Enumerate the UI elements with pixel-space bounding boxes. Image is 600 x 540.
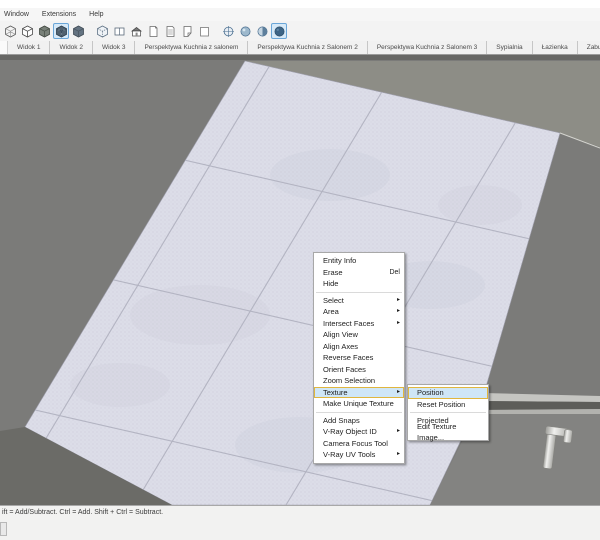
menu-item-make-unique-texture[interactable]: Make Unique Texture: [314, 398, 404, 410]
submenu-item-position[interactable]: Position: [408, 387, 488, 399]
tab-widok-1[interactable]: Widok 1: [8, 41, 50, 54]
sphere-dark-icon[interactable]: [271, 23, 287, 39]
menu-item-hide[interactable]: Hide: [314, 278, 404, 290]
menu-item-area[interactable]: Area▸: [314, 306, 404, 318]
menubar: Window Extensions Help: [0, 8, 600, 21]
horizon-band: [0, 55, 600, 60]
submenu-arrow-icon: ▸: [397, 449, 400, 461]
section-rect-icon[interactable]: [111, 23, 127, 39]
menu-item-camera-focus-tool[interactable]: Camera Focus Tool: [314, 438, 404, 450]
viewport-canvas: [0, 55, 600, 505]
tab-perspektywa-kuchnia-z-salonem-2[interactable]: Perspektywa Kuchnia z Salonem 2: [248, 41, 367, 54]
menu-extensions[interactable]: Extensions: [42, 8, 76, 21]
statusbar: ift = Add/Subtract. Ctrl = Add. Shift + …: [0, 505, 600, 540]
menu-item-entity-info[interactable]: Entity Info: [314, 255, 404, 267]
menu-item-reverse-faces[interactable]: Reverse Faces: [314, 352, 404, 364]
tab-widok-2[interactable]: Widok 2: [50, 41, 92, 54]
wireframe-cube-icon[interactable]: [2, 23, 18, 39]
menu-item-add-snaps[interactable]: Add Snaps: [314, 415, 404, 427]
sphere-light-icon[interactable]: [237, 23, 253, 39]
tab-lazienka[interactable]: Łazienka: [533, 41, 578, 54]
toolbar: [0, 21, 600, 41]
scene-tabbar: Widok 1 Widok 2 Widok 3 Perspektywa Kuch…: [0, 41, 600, 55]
submenu-arrow-icon: ▸: [397, 295, 400, 307]
menu-item-orient-faces[interactable]: Orient Faces: [314, 364, 404, 376]
tab-widok-3[interactable]: Widok 3: [93, 41, 135, 54]
tab-zabudowa-kuchni-widok[interactable]: Zabudowa Kuchni Widok: [578, 41, 600, 54]
page-lines-icon[interactable]: [162, 23, 178, 39]
3d-viewport[interactable]: [0, 55, 600, 505]
tab-sypialnia[interactable]: Sypialnia: [487, 41, 532, 54]
menu-help[interactable]: Help: [89, 8, 103, 21]
monochrome-cube-icon[interactable]: [70, 23, 86, 39]
context-menu: Entity Info EraseDel Hide Select▸ Area▸ …: [313, 252, 405, 464]
submenu-arrow-icon: ▸: [397, 306, 400, 318]
menu-item-align-axes[interactable]: Align Axes: [314, 341, 404, 353]
shaded-cube-icon[interactable]: [36, 23, 52, 39]
menu-item-texture[interactable]: Texture▸: [314, 387, 404, 399]
house-view-icon[interactable]: [128, 23, 144, 39]
page-fold-icon[interactable]: [179, 23, 195, 39]
menu-item-vray-uv-tools[interactable]: V-Ray UV Tools▸: [314, 449, 404, 461]
shortcut-del: Del: [389, 267, 400, 279]
menu-item-intersect-faces[interactable]: Intersect Faces▸: [314, 318, 404, 330]
measurements-box[interactable]: [0, 522, 7, 536]
tabbar-lead: [0, 41, 8, 54]
menu-separator: [410, 412, 486, 413]
menu-separator: [316, 292, 402, 293]
menu-window[interactable]: Window: [4, 8, 29, 21]
menu-item-align-view[interactable]: Align View: [314, 329, 404, 341]
submenu-arrow-icon: ▸: [397, 426, 400, 438]
titlebar-strip: [0, 0, 600, 8]
submenu-arrow-icon: ▸: [397, 318, 400, 330]
tab-perspektywa-kuchnia-z-salonem[interactable]: Perspektywa Kuchnia z salonem: [135, 41, 248, 54]
menu-item-erase[interactable]: EraseDel: [314, 267, 404, 279]
sphere-half-icon[interactable]: [254, 23, 270, 39]
shaded-textures-cube-icon[interactable]: [53, 23, 69, 39]
submenu-arrow-icon: ▸: [397, 387, 400, 399]
blank-square-icon[interactable]: [196, 23, 212, 39]
texture-submenu: Position Reset Position Projected Edit T…: [407, 384, 489, 441]
menu-item-vray-object-id[interactable]: V-Ray Object ID▸: [314, 426, 404, 438]
xray-cube-icon[interactable]: [94, 23, 110, 39]
submenu-item-edit-texture-image[interactable]: Edit Texture Image...: [408, 427, 488, 439]
page-icon[interactable]: [145, 23, 161, 39]
menu-item-zoom-selection[interactable]: Zoom Selection: [314, 375, 404, 387]
hidden-line-cube-icon[interactable]: [19, 23, 35, 39]
menu-item-select[interactable]: Select▸: [314, 295, 404, 307]
submenu-item-reset-position[interactable]: Reset Position: [408, 399, 488, 411]
menu-separator: [316, 412, 402, 413]
dark-band: [478, 401, 600, 410]
status-hint: ift = Add/Subtract. Ctrl = Add. Shift + …: [2, 509, 163, 516]
sketchup-window: Window Extensions Help: [0, 0, 600, 540]
tab-perspektywa-kuchnia-z-salonem-3[interactable]: Perspektywa Kuchnia z Salonem 3: [368, 41, 487, 54]
circle-target-icon[interactable]: [220, 23, 236, 39]
